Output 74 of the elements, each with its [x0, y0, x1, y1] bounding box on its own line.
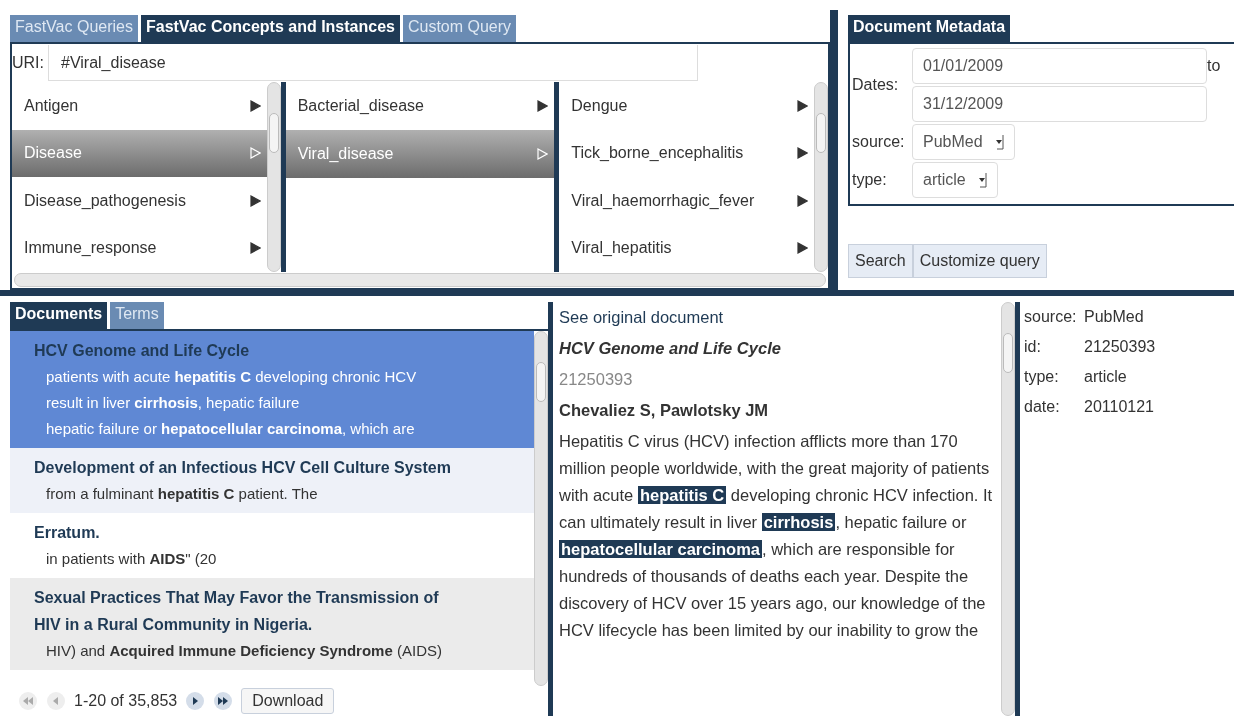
tab[interactable]: FastVac Concepts and Instances — [140, 15, 400, 42]
snippet: from a fulminant hepatitis C patient. The — [45, 483, 319, 504]
first-page-icon[interactable] — [18, 691, 38, 711]
download-button[interactable]: Download — [241, 688, 335, 714]
field-value: article — [1084, 367, 1128, 387]
splitter[interactable] — [0, 290, 1234, 296]
action-button[interactable]: Search — [848, 244, 913, 278]
concept-item[interactable]: Viral_hepatitis — [559, 224, 814, 272]
concept-item[interactable]: Dengue — [559, 82, 814, 130]
uri-label: URI: — [12, 54, 44, 72]
document-title: Development of an Infectious HCV Cell Culture System — [34, 457, 452, 478]
snippet: result in liver cirrhosis, hepatic failure — [45, 392, 301, 413]
arrow-icon — [797, 194, 808, 207]
field-value: PubMed — [1084, 307, 1145, 327]
scrollbar[interactable] — [1001, 302, 1015, 716]
tab[interactable]: Documents — [10, 302, 108, 329]
next-page-icon[interactable] — [185, 691, 206, 711]
splitter[interactable] — [830, 10, 838, 290]
arrow-icon — [537, 100, 549, 112]
uri-field[interactable]: #Viral_disease — [48, 45, 698, 81]
concept-item[interactable]: Antigen — [12, 82, 267, 130]
scrollbar[interactable] — [266, 82, 281, 272]
action-button[interactable]: Customize query — [912, 244, 1047, 278]
date-field[interactable]: 01/01/2009 — [912, 48, 1207, 84]
scrollbar[interactable] — [534, 330, 548, 686]
dropdown-icon — [994, 134, 1004, 150]
arrow-icon — [249, 99, 261, 112]
authors: Chevaliez S, Pawlotsky JM — [559, 400, 770, 421]
previous-page-icon[interactable] — [46, 691, 66, 711]
arrow-icon — [249, 147, 261, 160]
concept-item[interactable]: Immune_response — [12, 224, 267, 272]
document-item[interactable]: HCV Genome and Life Cycle patients with acute hepatitis C developing chronic HCV result in liver cirrhosis, hepatic failure hepatic failure or hepatocellular carcinoma, which are — [10, 330, 534, 448]
arrow-icon — [249, 194, 261, 207]
to-label: to — [1207, 57, 1222, 75]
field-value: 21250393 — [1084, 337, 1157, 357]
field-key: date: — [1024, 392, 1084, 422]
document-item[interactable]: Development of an Infectious HCV Cell Culture System from a fulminant hepatitis C patient. The — [10, 447, 534, 513]
concept-item[interactable]: Viral_haemorrhagic_fever — [559, 177, 814, 225]
field-value: 20110121 — [1084, 397, 1155, 417]
document-title: HCV Genome and Life Cycle — [34, 340, 251, 361]
concept-item[interactable]: Tick_borne_encephalitis — [559, 129, 814, 177]
dropdown-icon — [977, 172, 987, 188]
scrollbar[interactable] — [814, 82, 828, 272]
field-key: source: — [1024, 302, 1084, 332]
arrow-icon — [797, 99, 808, 112]
concept-item[interactable]: Disease_pathogenesis — [12, 177, 267, 225]
field-key: type: — [1024, 362, 1084, 392]
type-select[interactable]: article — [912, 162, 998, 198]
arrow-icon — [797, 147, 808, 160]
snippet: hepatic failure or hepatocellular carcinoma, which are — [45, 418, 416, 439]
snippet: patients with acute hepatitis C developing chronic HCV — [45, 366, 418, 387]
concept-item[interactable]: Bacterial_disease — [285, 82, 555, 130]
document-title: HCV Genome and Life Cycle — [559, 338, 782, 359]
document-title: Sexual Practices That May Favor the Transmission of HIV in a Rural Community in Nigeria. — [34, 587, 440, 635]
source-select[interactable]: PubMed — [912, 124, 1015, 160]
page-range: 1-20 of 35,853 — [74, 692, 178, 710]
field-key: id: — [1024, 332, 1084, 362]
arrow-icon — [797, 242, 808, 255]
source-label: source: — [852, 133, 906, 151]
arrow-icon — [249, 242, 261, 255]
panel-tab[interactable]: Document Metadata — [848, 15, 1011, 42]
abstract: Hepatitis C virus (HCV) infection afflicts more than 170 million people worldwide, with the great majority of patients with acute hepatitis C developing chronic HCV infection. It can ultimately result in liver cirrhosis, hepatic failure or hepatocellular carcinoma, which are responsible for hundreds of thousands of deaths each year. Despite the discovery of HCV over 15 years ago, our knowledge of the HCV lifecycle has been limited by our inability to grow the — [559, 431, 994, 641]
original-document-link[interactable]: See original document — [559, 304, 995, 331]
dates-label: Dates: — [852, 76, 900, 94]
last-page-icon[interactable] — [213, 691, 234, 711]
snippet: in patients with AIDS" (20 — [45, 548, 218, 569]
scrollbar[interactable] — [14, 273, 826, 287]
date-field[interactable]: 31/12/2009 — [912, 86, 1207, 122]
snippet: HIV) and Acquired Immune Deficiency Syndrome (AIDS) — [45, 640, 443, 661]
document-title: Erratum. — [34, 522, 101, 543]
document-item[interactable]: Sexual Practices That May Favor the Transmission of HIV in a Rural Community in Nigeria. HIV) and Acquired Immune Deficiency Syndrome (AIDS) — [10, 577, 534, 670]
type-label: type: — [852, 171, 888, 189]
arrow-icon — [537, 148, 549, 160]
document-id: 21250393 — [559, 369, 634, 390]
